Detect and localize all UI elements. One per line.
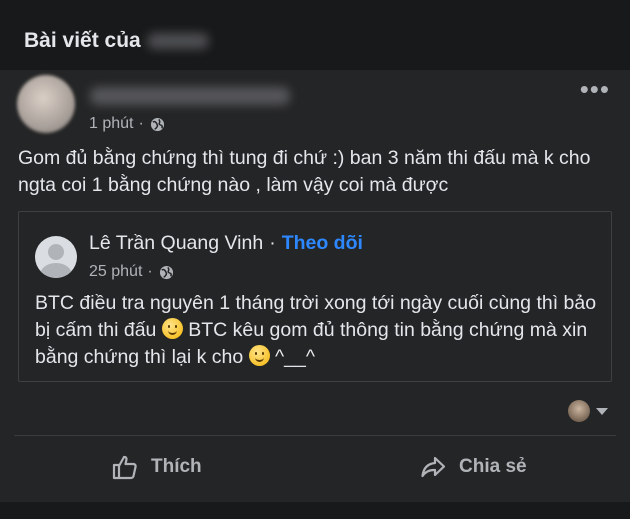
post-view: Bài viết của ••• 1 phút · Gom đủ bằng ch… [0,0,630,519]
shared-author-avatar[interactable] [35,236,77,278]
shared-author-line: Lê Trần Quang Vinh · Theo dõi [89,232,363,255]
shared-post-time[interactable]: 25 phút [89,263,142,281]
more-icon: ••• [579,74,610,104]
actions-divider [14,435,616,436]
avatar-placeholder-body [40,263,72,278]
globe-icon [159,265,173,279]
more-options-button[interactable]: ••• [580,76,610,102]
reactors[interactable] [568,400,608,422]
reactor-avatar [568,400,590,422]
globe-icon [150,117,164,131]
author-avatar[interactable] [17,75,75,133]
shared-text-part3: ^__^ [275,346,316,368]
meta-separator: · [138,115,144,132]
name-separator: · [269,232,276,254]
share-icon [421,456,446,478]
avatar-placeholder-head [48,244,64,260]
section-title-text: Bài viết của [24,29,141,52]
share-label: Chia sẻ [459,456,527,477]
like-button[interactable]: Thích [111,453,202,481]
shared-post-text: BTC điều tra nguyên 1 tháng trời xong tớ… [35,290,605,371]
follow-link[interactable]: Theo dõi [282,232,363,255]
dropdown-caret-icon [596,407,608,415]
post-meta: 1 phút · [89,115,165,133]
section-title: Bài viết của [24,29,209,53]
post-time[interactable]: 1 phút [89,115,133,133]
like-icon [112,455,137,480]
bottom-spacer [0,502,630,519]
like-label: Thích [151,456,202,477]
shared-post[interactable]: Lê Trần Quang Vinh · Theo dõi 25 phút · … [18,211,612,382]
shared-author-name[interactable]: Lê Trần Quang Vinh [89,232,263,255]
post-card: ••• 1 phút · Gom đủ bằng chứng thì tung … [0,70,630,502]
smile-emoji-icon [161,318,183,339]
shared-post-meta: 25 phút · [89,263,174,281]
blurred-author-name[interactable] [90,87,290,105]
shared-meta-separator: · [147,263,153,280]
smile-emoji-icon [248,345,270,366]
share-button[interactable]: Chia sẻ [419,453,527,481]
blurred-owner-name [146,33,209,50]
post-text: Gom đủ bằng chứng thì tung đi chứ :) ban… [18,147,591,196]
